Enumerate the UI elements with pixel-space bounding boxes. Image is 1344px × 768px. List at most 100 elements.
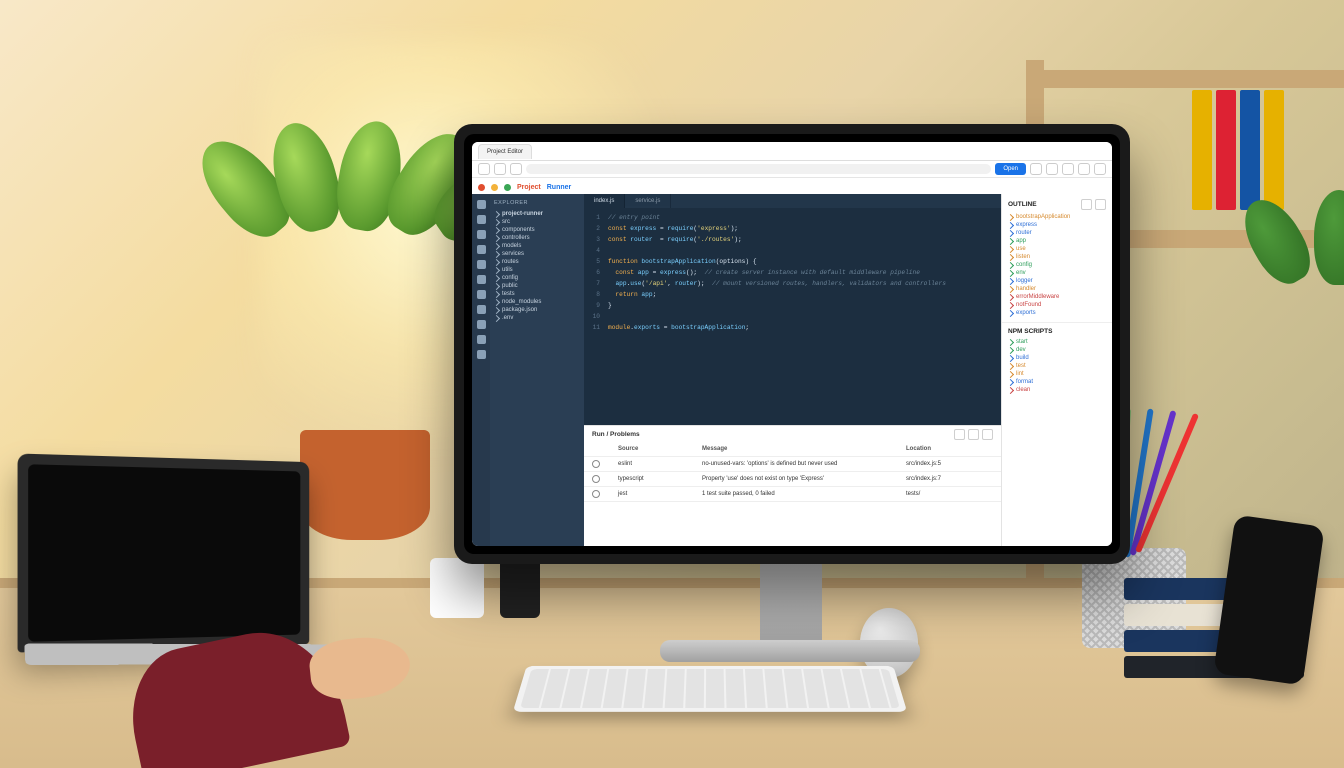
workspace-photo: Project Editor Open Project Runn — [0, 0, 1344, 768]
outline-item[interactable]: format — [1008, 378, 1106, 386]
binder — [1192, 90, 1212, 210]
back-icon[interactable] — [478, 163, 490, 175]
file-tree-item[interactable]: services — [494, 250, 580, 258]
outline-item[interactable]: clean — [1008, 386, 1106, 394]
outline-item[interactable]: errorMiddleware — [1008, 293, 1106, 301]
table-row[interactable]: eslintno-unused-vars: 'options' is defin… — [584, 457, 1001, 472]
file-tree-item[interactable]: node_modules — [494, 298, 580, 306]
file-tree-item[interactable]: config — [494, 274, 580, 282]
pen-cup — [500, 558, 540, 618]
file-tree-item[interactable]: package.json — [494, 306, 580, 314]
more-icon[interactable] — [1095, 199, 1106, 210]
outline-item[interactable]: env — [1008, 269, 1106, 277]
screen: Project Editor Open Project Runn — [472, 142, 1112, 546]
outline-item[interactable]: listen — [1008, 253, 1106, 261]
editor-tab[interactable]: service.js — [625, 194, 671, 208]
file-tree-item[interactable]: .env — [494, 314, 580, 322]
right-sidebar: OUTLINE bootstrapApplicationexpressroute… — [1001, 194, 1112, 546]
forward-icon[interactable] — [494, 163, 506, 175]
file-tree-item[interactable]: controllers — [494, 234, 580, 242]
account-icon[interactable] — [477, 335, 486, 344]
binder — [1240, 90, 1260, 210]
outline-item[interactable]: express — [1008, 221, 1106, 229]
line-gutter: 1234567891011 — [584, 208, 604, 425]
primary-action-button[interactable]: Open — [995, 163, 1026, 175]
activity-bar — [472, 194, 490, 546]
editor-area: index.js service.js 1234567891011 // ent… — [584, 194, 1001, 546]
scripts-title: NPM SCRIPTS — [1008, 328, 1052, 335]
monitor-stand — [760, 560, 822, 650]
address-bar[interactable] — [526, 164, 991, 174]
outline-item[interactable]: use — [1008, 245, 1106, 253]
logo-dot-icon — [491, 184, 498, 191]
shelf — [1044, 70, 1344, 88]
table-header: Source Message Location — [584, 442, 1001, 457]
outline-item[interactable]: exports — [1008, 309, 1106, 317]
outline-item[interactable]: notFound — [1008, 301, 1106, 309]
editor-tab[interactable]: index.js — [584, 194, 625, 208]
outline-item[interactable]: dev — [1008, 346, 1106, 354]
menu-icon[interactable] — [1094, 163, 1106, 175]
outline-item[interactable]: lint — [1008, 370, 1106, 378]
bookmark-icon[interactable] — [1046, 163, 1058, 175]
account-icon[interactable] — [1062, 163, 1074, 175]
outline-item[interactable]: bootstrapApplication — [1008, 213, 1106, 221]
remote-icon[interactable] — [477, 320, 486, 329]
gear-icon[interactable] — [477, 350, 486, 359]
panel-toolbar — [954, 429, 993, 440]
outline-item[interactable]: app — [1008, 237, 1106, 245]
col-source: Source — [618, 446, 688, 452]
test-icon[interactable] — [477, 290, 486, 299]
keyboard — [513, 666, 907, 712]
code-editor[interactable]: 1234567891011 // entry point const expre… — [584, 208, 1001, 425]
extensions-icon[interactable] — [1030, 163, 1042, 175]
app-brand-b: Runner — [547, 184, 572, 191]
explorer-header: EXPLORER — [494, 200, 580, 206]
app-body: EXPLORER project-runner srccomponentscon… — [472, 194, 1112, 546]
options-icon[interactable] — [1078, 163, 1090, 175]
logo-dot-icon — [504, 184, 511, 191]
col-location: Location — [906, 446, 993, 452]
laptop — [18, 453, 310, 652]
file-tree-item[interactable]: routes — [494, 258, 580, 266]
debug-icon[interactable] — [477, 245, 486, 254]
bottom-panel: Run / Problems Source Message — [584, 425, 1001, 546]
extensions-icon[interactable] — [477, 260, 486, 269]
file-tree-item[interactable]: src — [494, 218, 580, 226]
file-tree-item[interactable]: public — [494, 282, 580, 290]
browser-tab[interactable]: Project Editor — [478, 144, 532, 159]
file-tree-item[interactable]: tests — [494, 290, 580, 298]
monitor: Project Editor Open Project Runn — [454, 124, 1130, 564]
panel-filter-icon[interactable] — [968, 429, 979, 440]
files-icon[interactable] — [477, 200, 486, 209]
file-tree-item[interactable]: utils — [494, 266, 580, 274]
outline-item[interactable]: start — [1008, 338, 1106, 346]
git-icon[interactable] — [477, 230, 486, 239]
collapse-icon[interactable] — [1081, 199, 1092, 210]
database-icon[interactable] — [477, 275, 486, 284]
file-tree-item[interactable]: models — [494, 242, 580, 250]
outline-item[interactable]: config — [1008, 261, 1106, 269]
logo-dot-icon — [478, 184, 485, 191]
panel-collapse-icon[interactable] — [982, 429, 993, 440]
outline-item[interactable]: logger — [1008, 277, 1106, 285]
binder — [1216, 90, 1236, 210]
outline-item[interactable]: router — [1008, 229, 1106, 237]
code-content[interactable]: // entry point const express = require('… — [604, 208, 1001, 425]
outline-item[interactable]: build — [1008, 354, 1106, 362]
explorer-root[interactable]: project-runner — [494, 210, 580, 218]
reload-icon[interactable] — [510, 163, 522, 175]
table-row[interactable]: jest1 test suite passed, 0 failedtests/ — [584, 487, 1001, 502]
plant-pot — [300, 430, 430, 540]
outline-item[interactable]: handler — [1008, 285, 1106, 293]
app-brand-a: Project — [517, 184, 541, 191]
panel-clear-icon[interactable] — [954, 429, 965, 440]
explorer-panel: EXPLORER project-runner srccomponentscon… — [490, 194, 584, 546]
outline-item[interactable]: test — [1008, 362, 1106, 370]
editor-tabs: index.js service.js — [584, 194, 1001, 208]
search-icon[interactable] — [477, 215, 486, 224]
table-row[interactable]: typescriptProperty 'use' does not exist … — [584, 472, 1001, 487]
outline-section: OUTLINE bootstrapApplicationexpressroute… — [1002, 194, 1112, 322]
docker-icon[interactable] — [477, 305, 486, 314]
file-tree-item[interactable]: components — [494, 226, 580, 234]
